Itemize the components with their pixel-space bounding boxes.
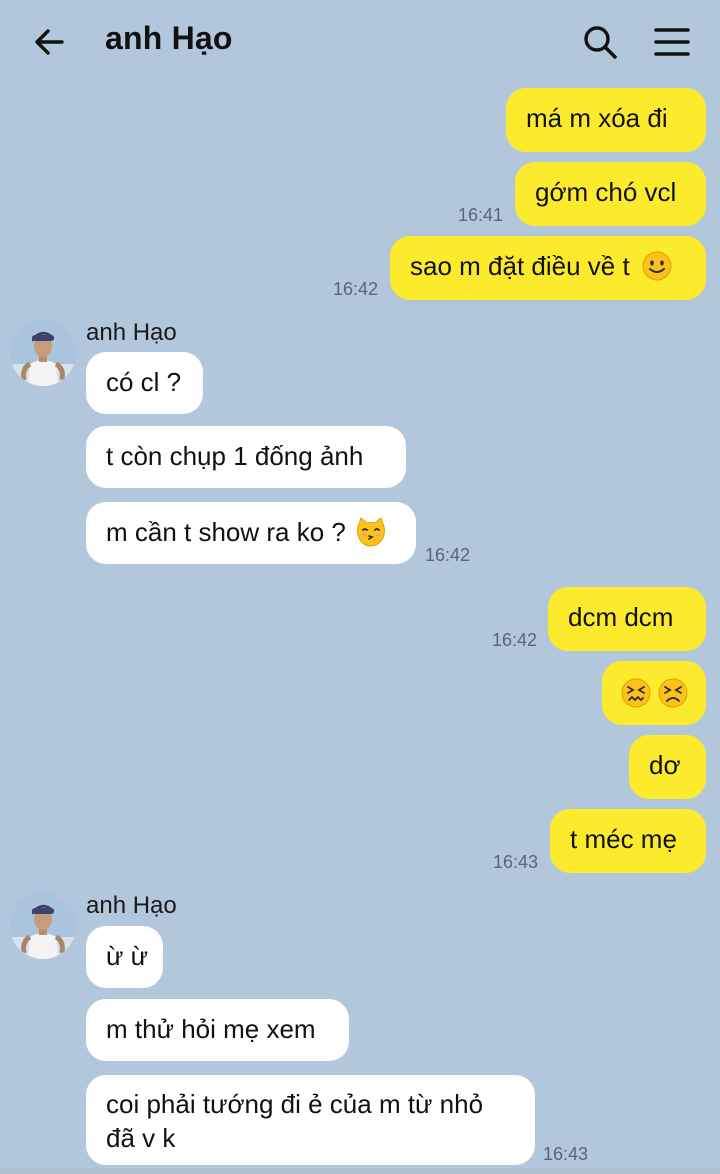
kissing-cat-emoji: [357, 517, 386, 547]
contact-avatar[interactable]: [10, 893, 76, 959]
message-text: coi phải tướng đi ẻ của m từ nhỏ: [106, 1089, 484, 1119]
arrow-left-icon[interactable]: [30, 22, 70, 62]
message-text: m thử hỏi mẹ xem: [106, 1014, 316, 1044]
message-timestamp: 16:42: [425, 545, 471, 565]
message-bubble-outgoing[interactable]: sao m đặt điều về t: [390, 236, 706, 300]
message-text: gớm chó vcl: [535, 177, 677, 207]
message-timestamp: 16:42: [333, 279, 379, 299]
message-bubble-outgoing[interactable]: gớm chó vcl: [515, 162, 706, 226]
message-bubble-incoming[interactable]: m cần t show ra ko ?: [86, 502, 416, 564]
message-bubble-incoming[interactable]: m thử hỏi mẹ xem: [86, 999, 349, 1061]
confounded-face-emoji: [658, 678, 688, 708]
message-bubble-incoming[interactable]: t còn chụp 1 đống ảnh: [86, 426, 406, 488]
message-text: t méc mẹ: [570, 824, 677, 854]
message-bubble-incoming[interactable]: coi phải tướng đi ẻ của m từ nhỏ đã v k: [86, 1075, 535, 1165]
search-icon[interactable]: [580, 22, 620, 62]
contact-avatar[interactable]: [10, 320, 76, 386]
message-bubble-outgoing[interactable]: [602, 661, 706, 725]
message-text: m cần t show ra ko ?: [106, 517, 346, 547]
chat-header: anh Hạo: [0, 0, 720, 84]
message-bubble-incoming[interactable]: ừ ừ: [86, 926, 163, 988]
message-bubble-outgoing[interactable]: dcm dcm: [548, 587, 706, 651]
message-bubble-incoming[interactable]: có cl ?: [86, 352, 203, 414]
message-timestamp: 16:43: [493, 852, 539, 872]
chat-title: anh Hạo: [105, 20, 233, 56]
message-text: t còn chụp 1 đống ảnh: [106, 441, 364, 471]
bottom-edge: [0, 1168, 720, 1174]
sender-name: anh Hạo: [86, 892, 177, 919]
message-bubble-outgoing[interactable]: dơ: [629, 735, 706, 799]
message-text: có cl ?: [106, 367, 182, 397]
message-timestamp: 16:43: [543, 1144, 589, 1164]
message-text: đã v k: [106, 1123, 176, 1153]
sender-name: anh Hạo: [86, 319, 177, 346]
message-text: má m xóa đi: [526, 103, 668, 133]
confounded-face-emoji: [621, 678, 651, 708]
smiling-face-emoji: [642, 251, 672, 281]
message-text: dơ: [649, 750, 681, 780]
message-timestamp: 16:41: [458, 205, 504, 225]
message-bubble-outgoing[interactable]: má m xóa đi: [506, 88, 706, 152]
message-text: dcm dcm: [568, 602, 674, 632]
message-text: ừ ừ: [106, 941, 149, 971]
message-bubble-outgoing[interactable]: t méc mẹ: [550, 809, 706, 873]
message-timestamp: 16:42: [492, 630, 538, 650]
hamburger-menu-icon[interactable]: [652, 22, 692, 62]
message-text: sao m đặt điều về t: [410, 251, 630, 281]
